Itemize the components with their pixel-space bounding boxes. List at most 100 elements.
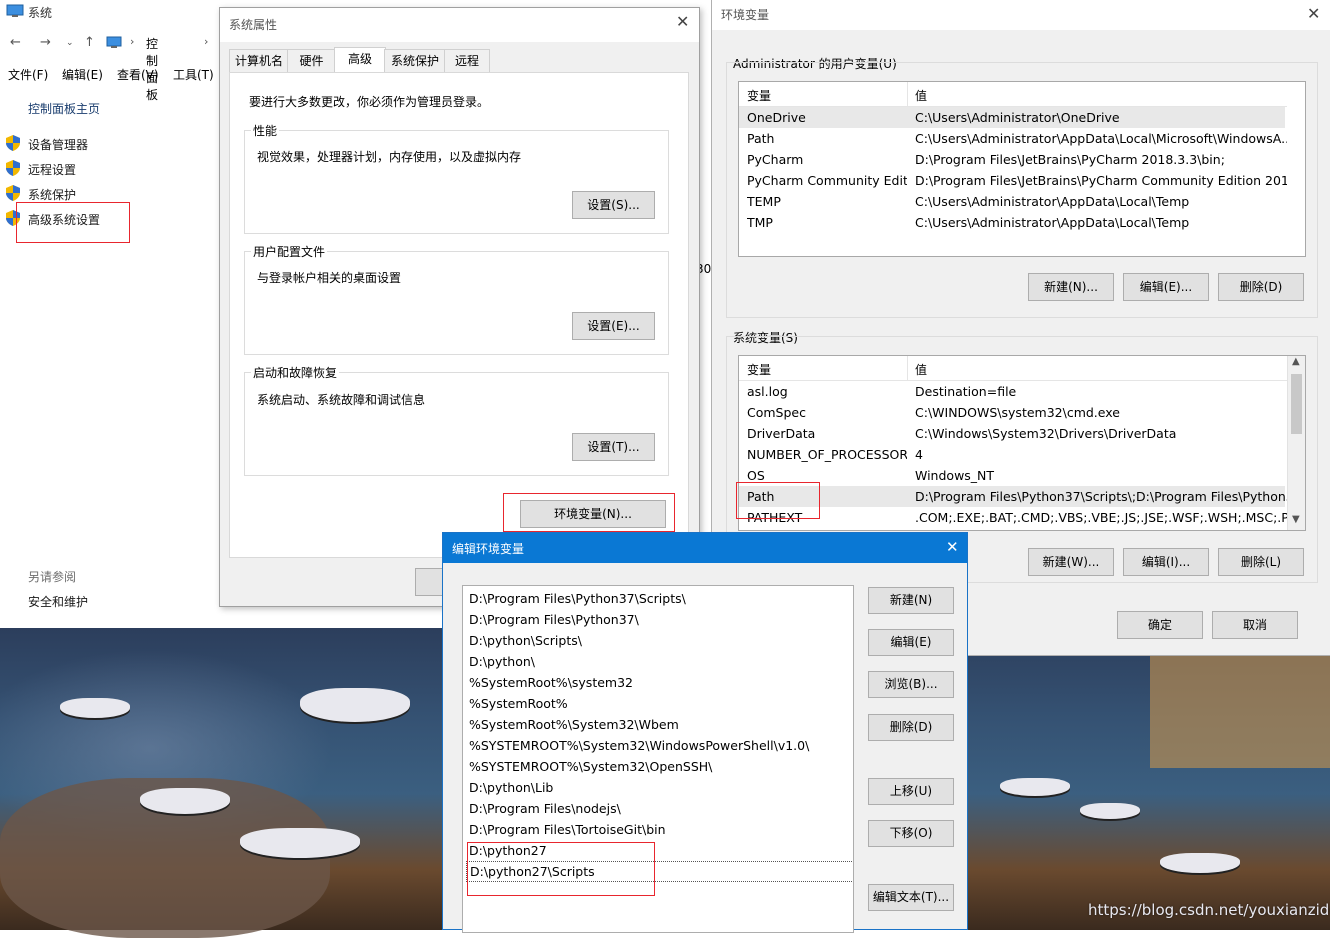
new-path-button[interactable]: 新建(N) (868, 587, 954, 614)
path-list-item[interactable]: D:\python\Lib (466, 777, 853, 798)
path-list-item[interactable]: D:\Program Files\TortoiseGit\bin (466, 819, 853, 840)
vertical-scrollbar[interactable]: ▲ ▼ (1287, 356, 1305, 530)
dialog-titlebar: 环境变量 ✕ (712, 0, 1330, 30)
path-list-item[interactable]: D:\Program Files\nodejs\ (466, 798, 853, 819)
back-arrow-icon[interactable]: ← (10, 35, 21, 50)
system-edit-button[interactable]: 编辑(I)... (1123, 548, 1209, 576)
group-description: 系统启动、系统故障和调试信息 (257, 393, 426, 407)
table-row[interactable]: OneDrive C:\Users\Administrator\OneDrive (739, 107, 1285, 128)
ok-button[interactable]: 确定 (1117, 611, 1203, 639)
edit-text-button[interactable]: 编辑文本(T)... (868, 884, 954, 911)
group-title: 用户配置文件 (251, 243, 328, 260)
path-list-item[interactable]: %SystemRoot%\system32 (466, 672, 853, 693)
close-icon[interactable]: ✕ (946, 538, 959, 556)
column-value[interactable]: 值 (915, 87, 927, 104)
wallpaper-boat (1160, 853, 1240, 873)
table-row[interactable]: NUMBER_OF_PROCESSORS 4 (739, 444, 1285, 465)
move-up-button[interactable]: 上移(U) (868, 778, 954, 805)
table-row[interactable]: TEMP C:\Users\Administrator\AppData\Local… (739, 191, 1285, 212)
security-maintenance-link[interactable]: 安全和维护 (28, 593, 88, 610)
table-row[interactable]: asl.log Destination=file (739, 381, 1285, 402)
forward-arrow-icon[interactable]: → (40, 35, 51, 50)
table-row[interactable]: ComSpec C:\WINDOWS\system32\cmd.exe (739, 402, 1285, 423)
shield-icon (6, 160, 20, 176)
table-row[interactable]: Path D:\Program Files\Python37\Scripts\;D… (739, 486, 1287, 507)
column-value[interactable]: 值 (915, 361, 927, 378)
wallpaper-boat (1080, 803, 1140, 819)
user-new-button[interactable]: 新建(N)... (1028, 273, 1114, 301)
tab-system-protection[interactable]: 系统保护 (384, 49, 446, 73)
tab-advanced[interactable]: 高级 (334, 47, 386, 74)
menu-view[interactable]: 查看(V) (117, 66, 159, 83)
breadcrumb-separator-icon: › (204, 35, 209, 48)
table-row[interactable]: PyCharm Community Editi... D:\Program Fil… (739, 170, 1287, 191)
column-divider (907, 356, 908, 380)
menu-tools[interactable]: 工具(T) (173, 66, 214, 83)
group-title: 启动和故障恢复 (251, 364, 340, 381)
system-delete-button[interactable]: 删除(L) (1218, 548, 1304, 576)
group-description: 视觉效果，处理器计划，内存使用，以及虚拟内存 (257, 150, 522, 164)
tab-hardware[interactable]: 硬件 (287, 49, 336, 73)
wallpaper-boat (1000, 778, 1070, 796)
path-list-item[interactable]: D:\python\ (466, 651, 853, 672)
system-new-button[interactable]: 新建(W)... (1028, 548, 1114, 576)
list-header: 变量 值 (739, 82, 1287, 107)
highlight-box (467, 842, 655, 896)
edit-path-button[interactable]: 编辑(E) (868, 629, 954, 656)
user-profiles-group: 用户配置文件 与登录帐户相关的桌面设置 设置(E)... (244, 243, 669, 355)
tab-remote[interactable]: 远程 (444, 49, 490, 73)
system-variables-list[interactable]: 变量 值 asl.log Destination=file ComSpec C:\W… (738, 355, 1306, 531)
group-description: 与登录帐户相关的桌面设置 (257, 271, 402, 285)
move-down-button[interactable]: 下移(O) (868, 820, 954, 847)
menu-edit[interactable]: 编辑(E) (62, 66, 103, 83)
user-edit-button[interactable]: 编辑(E)... (1123, 273, 1209, 301)
highlight-box (503, 493, 675, 532)
group-title: 性能 (251, 122, 280, 139)
user-variables-list[interactable]: 变量 值 OneDrive C:\Users\Administrator\OneD… (738, 81, 1306, 257)
shield-icon (6, 135, 20, 151)
control-panel-home-link[interactable]: 控制面板主页 (28, 100, 100, 117)
path-list-item[interactable]: %SystemRoot%\System32\Wbem (466, 714, 853, 735)
browse-button[interactable]: 浏览(B)... (868, 671, 954, 698)
path-list-item[interactable]: D:\python\Scripts\ (466, 630, 853, 651)
column-variable[interactable]: 变量 (747, 87, 771, 104)
performance-group: 性能 视觉效果，处理器计划，内存使用，以及虚拟内存 设置(S)... (244, 122, 669, 234)
table-row[interactable]: PATHEXT .COM;.EXE;.BAT;.CMD;.VBS;.VBE;.JS… (739, 507, 1287, 528)
tab-computer-name[interactable]: 计算机名 (229, 49, 289, 73)
path-list-item[interactable]: %SYSTEMROOT%\System32\WindowsPowerShell\… (466, 735, 853, 756)
scroll-down-icon[interactable]: ▼ (1292, 514, 1300, 525)
startup-recovery-group: 启动和故障恢复 系统启动、系统故障和调试信息 设置(T)... (244, 364, 669, 476)
profile-settings-button[interactable]: 设置(E)... (572, 312, 655, 340)
wallpaper-boat (300, 688, 410, 722)
system-control-panel-window: 系统 ← → ⌄ ↑ › 控制面板 › 文件(F) 编辑(E) 查看(V) 工具… (0, 0, 222, 628)
up-arrow-icon[interactable]: ↑ (84, 35, 95, 50)
path-list-item[interactable]: %SystemRoot% (466, 693, 853, 714)
scrollbar-thumb[interactable] (1291, 374, 1302, 434)
table-row[interactable]: PyCharm D:\Program Files\JetBrains\PyChar… (739, 149, 1285, 170)
delete-path-button[interactable]: 删除(D) (868, 714, 954, 741)
performance-settings-button[interactable]: 设置(S)... (572, 191, 655, 219)
ok-button-partial[interactable] (415, 568, 445, 596)
wallpaper-buildings (1150, 648, 1330, 768)
path-list-item[interactable]: D:\Program Files\Python37\ (466, 609, 853, 630)
path-list-item[interactable]: D:\Program Files\Python37\Scripts\ (466, 588, 853, 609)
system-protection-link[interactable]: 系统保护 (28, 186, 76, 203)
history-chevron-icon[interactable]: ⌄ (66, 38, 74, 48)
close-icon[interactable]: ✕ (676, 12, 689, 31)
device-manager-link[interactable]: 设备管理器 (28, 136, 88, 153)
scroll-up-icon[interactable]: ▲ (1292, 356, 1300, 367)
wallpaper-boat (240, 828, 360, 858)
table-row[interactable]: TMP C:\Users\Administrator\AppData\Local\… (739, 212, 1285, 233)
table-row[interactable]: DriverData C:\Windows\System32\Drivers\Dr… (739, 423, 1285, 444)
table-row[interactable]: OS Windows_NT (739, 465, 1285, 486)
startup-settings-button[interactable]: 设置(T)... (572, 433, 655, 461)
dialog-titlebar: 系统属性 ✕ (220, 8, 699, 42)
close-icon[interactable]: ✕ (1307, 4, 1320, 23)
remote-settings-link[interactable]: 远程设置 (28, 161, 76, 178)
column-variable[interactable]: 变量 (747, 361, 771, 378)
path-list-item[interactable]: %SYSTEMROOT%\System32\OpenSSH\ (466, 756, 853, 777)
menu-file[interactable]: 文件(F) (8, 66, 48, 83)
cancel-button[interactable]: 取消 (1212, 611, 1298, 639)
user-delete-button[interactable]: 删除(D) (1218, 273, 1304, 301)
table-row[interactable]: Path C:\Users\Administrator\AppData\Local… (739, 128, 1287, 149)
